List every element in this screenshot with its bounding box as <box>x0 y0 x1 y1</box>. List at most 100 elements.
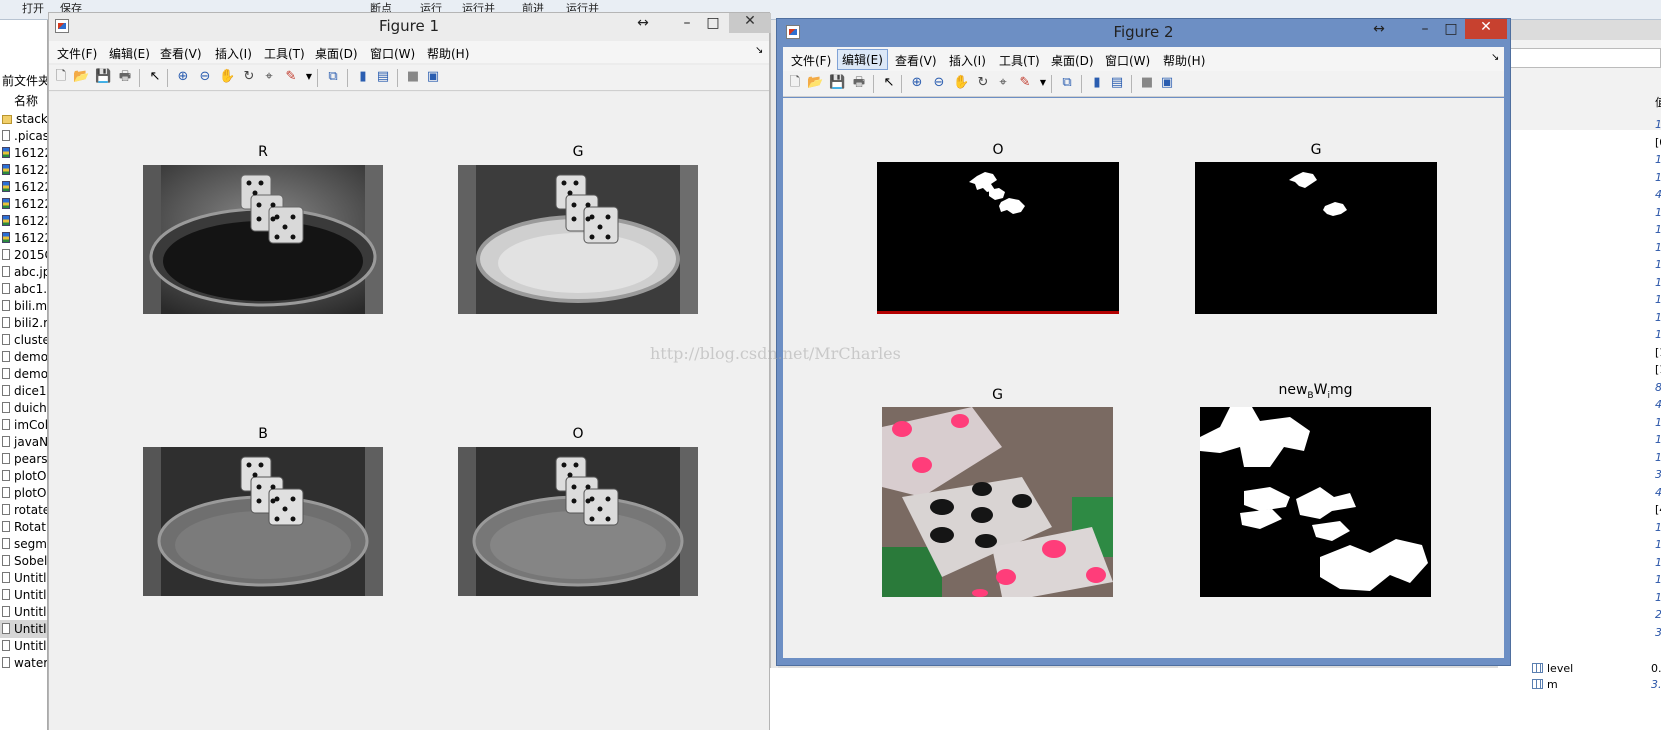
new-figure-icon[interactable]: 🗋 <box>787 75 803 91</box>
menubar-overflow-icon[interactable]: ↘ <box>755 45 763 56</box>
colorbar-icon[interactable]: ▮ <box>355 69 371 85</box>
file-item[interactable]: Untitl <box>0 586 47 604</box>
file-item[interactable]: cluste <box>0 331 47 349</box>
maximize-button[interactable]: □ <box>703 15 723 35</box>
pointer-icon[interactable]: ↖ <box>881 75 897 91</box>
image-G-mask[interactable] <box>1195 162 1437 314</box>
zoom-out-icon[interactable]: ⊖ <box>931 75 947 91</box>
file-item[interactable]: imCol <box>0 416 47 434</box>
file-item[interactable]: bili.m <box>0 297 47 315</box>
image-B[interactable] <box>143 447 383 596</box>
figure1-titlebar[interactable]: Figure 1 ↔ – □ ✕ <box>49 13 771 39</box>
menu-window[interactable]: 窗口(W) <box>370 45 415 62</box>
menu-desktop[interactable]: 桌面(D) <box>315 45 358 62</box>
file-item[interactable]: 16122 <box>0 161 47 179</box>
image-O-mask[interactable] <box>877 162 1119 314</box>
file-item[interactable]: duich <box>0 399 47 417</box>
file-item[interactable]: javaN <box>0 433 47 451</box>
zoom-out-icon[interactable]: ⊖ <box>197 69 213 85</box>
open-label[interactable]: 打开 <box>22 0 44 16</box>
workspace-var-m[interactable]: m <box>1532 678 1558 691</box>
file-item[interactable]: bili2.r <box>0 314 47 332</box>
show-plot-tools-icon[interactable]: ▣ <box>425 69 441 85</box>
file-item[interactable]: abc1. <box>0 280 47 298</box>
rotate-3d-icon[interactable]: ↻ <box>975 75 991 91</box>
image-O[interactable] <box>458 447 698 596</box>
menu-view[interactable]: 查看(V) <box>895 52 937 69</box>
rotate-3d-icon[interactable]: ↻ <box>241 69 257 85</box>
file-item[interactable]: abc.jp <box>0 263 47 281</box>
open-file-icon[interactable]: 📂 <box>807 75 823 91</box>
file-item[interactable]: 2015C <box>0 246 47 264</box>
figure2-titlebar[interactable]: Figure 2 ↔ – □ ✕ <box>777 19 1510 45</box>
pan-icon[interactable]: ✋ <box>219 69 235 85</box>
menu-tools[interactable]: 工具(T) <box>999 52 1040 69</box>
minimize-button[interactable]: – <box>1415 21 1435 41</box>
undock-icon[interactable]: ↔ <box>633 15 653 35</box>
open-file-icon[interactable]: 📂 <box>73 69 89 85</box>
file-item[interactable]: Untitl <box>0 637 47 655</box>
hide-plot-tools-icon[interactable]: ■ <box>1139 75 1155 91</box>
print-icon[interactable]: 🖶 <box>117 69 133 85</box>
menu-help[interactable]: 帮助(H) <box>1163 52 1205 69</box>
menu-window[interactable]: 窗口(W) <box>1105 52 1150 69</box>
brush-icon[interactable]: ✎ <box>283 69 299 85</box>
close-button[interactable]: ✕ <box>729 13 771 33</box>
menu-file[interactable]: 文件(F) <box>57 45 97 62</box>
file-item[interactable]: demo <box>0 348 47 366</box>
file-item[interactable]: segm <box>0 535 47 553</box>
file-item[interactable]: 16122 <box>0 212 47 230</box>
link-plot-icon[interactable]: ⧉ <box>325 69 341 85</box>
menu-desktop[interactable]: 桌面(D) <box>1051 52 1094 69</box>
undock-icon[interactable]: ↔ <box>1369 21 1389 41</box>
close-button[interactable]: ✕ <box>1465 19 1507 39</box>
workspace-var-level[interactable]: level <box>1532 662 1573 675</box>
figure1-canvas[interactable]: R G B O <box>49 92 769 730</box>
image-G-crop[interactable] <box>882 407 1113 597</box>
file-item[interactable]: 16122 <box>0 195 47 213</box>
file-item[interactable]: demo <box>0 365 47 383</box>
menu-file[interactable]: 文件(F) <box>791 52 831 69</box>
image-G[interactable] <box>458 165 698 314</box>
file-item[interactable]: Sobel <box>0 552 47 570</box>
menu-view[interactable]: 查看(V) <box>160 45 202 62</box>
file-item[interactable]: Untitl <box>0 569 47 587</box>
name-column-header[interactable]: 名称 <box>0 92 47 109</box>
file-item[interactable]: plotO <box>0 467 47 485</box>
file-item[interactable]: Untitl <box>0 620 47 638</box>
show-plot-tools-icon[interactable]: ▣ <box>1159 75 1175 91</box>
zoom-in-icon[interactable]: ⊕ <box>909 75 925 91</box>
figure2-canvas[interactable]: O G G newBWimg <box>783 98 1504 658</box>
menu-help[interactable]: 帮助(H) <box>427 45 469 62</box>
pan-icon[interactable]: ✋ <box>953 75 969 91</box>
hide-plot-tools-icon[interactable]: ■ <box>405 69 421 85</box>
file-item[interactable]: pears <box>0 450 47 468</box>
pointer-icon[interactable]: ↖ <box>147 69 163 85</box>
file-item[interactable]: Untitl <box>0 603 47 621</box>
zoom-in-icon[interactable]: ⊕ <box>175 69 191 85</box>
workspace-search-input[interactable] <box>1508 48 1661 68</box>
file-item[interactable]: plotO <box>0 484 47 502</box>
save-icon[interactable]: 💾 <box>95 69 111 85</box>
file-item[interactable]: .picas <box>0 127 47 145</box>
menu-insert[interactable]: 插入(I) <box>949 52 986 69</box>
brush-dropdown-icon[interactable]: ▼ <box>301 69 317 85</box>
print-icon[interactable]: 🖶 <box>851 75 867 91</box>
data-cursor-icon[interactable]: ⌖ <box>995 75 1011 91</box>
file-item[interactable]: 16122 <box>0 229 47 247</box>
menu-tools[interactable]: 工具(T) <box>264 45 305 62</box>
menu-edit[interactable]: 编辑(E) <box>837 49 888 70</box>
file-item[interactable]: 16122 <box>0 144 47 162</box>
maximize-button[interactable]: □ <box>1441 21 1461 41</box>
file-item[interactable]: water <box>0 654 47 672</box>
menubar-overflow-icon[interactable]: ↘ <box>1491 52 1499 63</box>
legend-icon[interactable]: ▤ <box>1109 75 1125 91</box>
colorbar-icon[interactable]: ▮ <box>1089 75 1105 91</box>
link-plot-icon[interactable]: ⧉ <box>1059 75 1075 91</box>
new-figure-icon[interactable]: 🗋 <box>53 69 69 85</box>
save-icon[interactable]: 💾 <box>829 75 845 91</box>
image-R[interactable] <box>143 165 383 314</box>
data-cursor-icon[interactable]: ⌖ <box>261 69 277 85</box>
menu-edit[interactable]: 编辑(E) <box>109 45 150 62</box>
brush-icon[interactable]: ✎ <box>1017 75 1033 91</box>
